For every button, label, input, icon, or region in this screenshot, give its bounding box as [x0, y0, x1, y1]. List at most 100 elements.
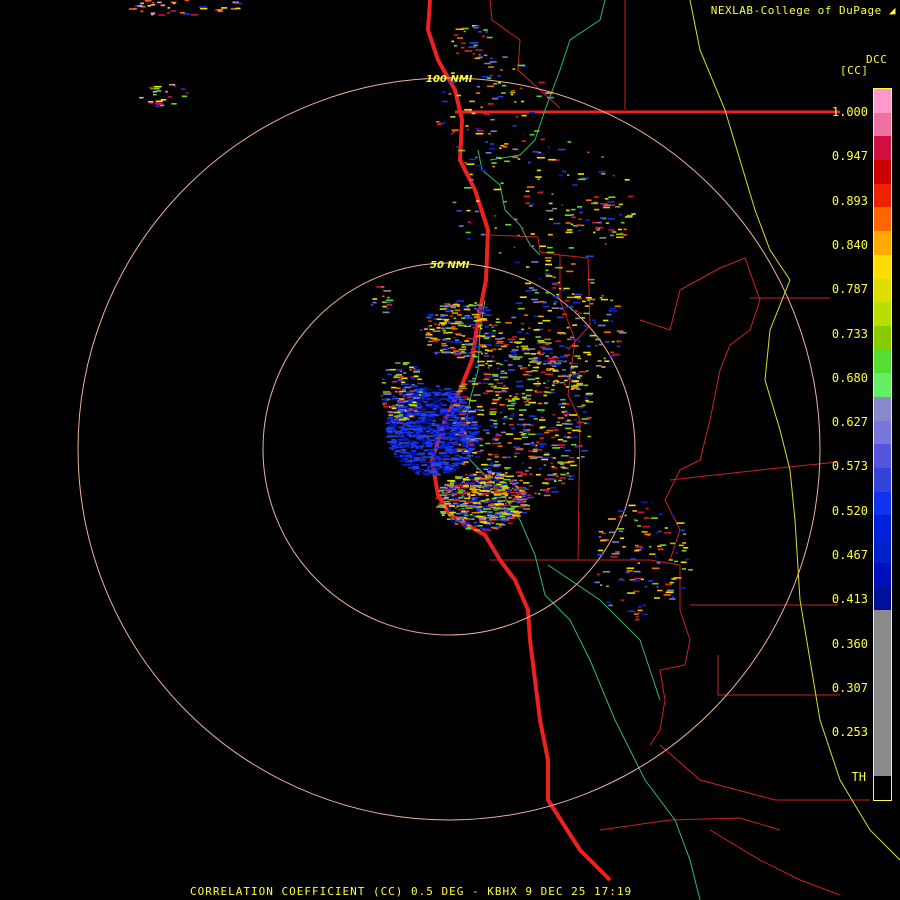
radar-echo — [381, 398, 388, 401]
radar-echo — [508, 369, 515, 371]
color-scale-segment — [874, 586, 891, 611]
radar-echo — [484, 352, 488, 355]
radar-echo — [608, 604, 613, 607]
radar-echo — [477, 325, 482, 328]
radar-echo — [573, 418, 578, 421]
radar-echo — [402, 394, 406, 397]
radar-echo — [566, 472, 570, 475]
radar-echo — [659, 544, 667, 546]
radar-echo — [657, 530, 662, 533]
radar-echo — [647, 580, 654, 582]
radar-echo — [483, 378, 490, 381]
radar-echo — [452, 201, 457, 204]
radar-echo — [499, 411, 503, 414]
radar-echo — [451, 322, 459, 325]
radar-echo — [460, 424, 468, 426]
radar-echo — [514, 101, 517, 103]
radar-echo — [535, 366, 540, 369]
radar-echo — [448, 81, 457, 83]
radar-echo — [399, 398, 404, 400]
radar-echo — [471, 383, 479, 385]
radar-echo — [475, 508, 480, 510]
color-scale-segment — [874, 231, 891, 255]
radar-echo — [488, 504, 494, 506]
radar-echo — [516, 380, 520, 383]
radar-echo — [503, 384, 506, 387]
radar-echo — [432, 396, 436, 398]
radar-echo — [459, 500, 466, 502]
radar-echo — [688, 569, 693, 571]
radar-echo — [535, 433, 544, 435]
radar-echo — [514, 446, 521, 448]
radar-echo — [463, 187, 472, 189]
radar-echo — [454, 523, 459, 525]
radar-echo — [489, 143, 494, 145]
radar-echo — [411, 469, 415, 471]
radar-echo — [465, 409, 469, 411]
radar-echo — [454, 309, 461, 312]
legend-tick-label: 1.000 — [831, 105, 868, 119]
radar-echo — [610, 299, 613, 302]
legend-tick-label: 0.840 — [831, 237, 868, 252]
radar-echo — [582, 300, 586, 303]
radar-echo — [663, 594, 671, 596]
radar-echo — [497, 445, 503, 447]
radar-echo — [525, 389, 533, 391]
radar-echo — [468, 309, 471, 311]
radar-echo — [545, 273, 550, 275]
radar-echo — [513, 396, 518, 398]
radar-echo — [198, 6, 207, 8]
radar-echo — [465, 522, 470, 524]
radar-echo — [627, 195, 634, 198]
radar-echo — [160, 4, 166, 7]
radar-echo — [502, 456, 506, 459]
radar-echo — [457, 450, 462, 452]
radar-echo — [566, 270, 574, 273]
radar-echo — [511, 402, 517, 405]
radar-echo — [458, 496, 463, 499]
radar-echo — [442, 514, 445, 516]
radar-echo — [398, 426, 406, 428]
radar-echo — [472, 502, 477, 504]
radar-echo — [521, 227, 524, 229]
radar-echo — [675, 552, 679, 554]
radar-echo — [484, 501, 491, 503]
radar-echo — [572, 373, 577, 375]
radar-echo — [571, 378, 575, 381]
radar-echo — [657, 589, 663, 592]
radar-echo — [447, 423, 451, 425]
radar-echo — [455, 486, 460, 489]
radar-echo — [461, 383, 468, 386]
radar-echo — [439, 494, 445, 496]
radar-echo — [401, 430, 407, 433]
radar-echo — [590, 302, 594, 305]
radar-echo — [560, 466, 566, 469]
radar-echo — [156, 90, 161, 92]
radar-echo — [454, 507, 458, 509]
radar-echo — [525, 290, 532, 292]
radar-echo — [681, 529, 685, 531]
radar-echo — [608, 196, 616, 198]
radar-echo — [488, 453, 493, 456]
radar-echo — [550, 462, 554, 465]
radar-echo — [531, 370, 538, 372]
radar-echo — [483, 529, 492, 531]
radar-echo — [165, 90, 168, 93]
radar-echo — [464, 162, 467, 164]
radar-echo — [540, 446, 544, 448]
radar-echo — [474, 210, 479, 213]
radar-echo — [399, 390, 406, 393]
radar-echo — [456, 210, 462, 212]
radar-echo — [528, 455, 535, 458]
radar-echo — [408, 440, 414, 443]
radar-echo — [439, 444, 444, 447]
radar-echo — [453, 350, 460, 352]
radar-echo — [637, 511, 645, 514]
radar-echo — [586, 345, 591, 347]
radar-echo — [618, 331, 624, 333]
radar-echo — [566, 326, 570, 329]
radar-echo — [606, 585, 609, 587]
radar-echo — [439, 389, 445, 391]
radar-echo — [180, 88, 186, 90]
radar-echo — [526, 400, 529, 402]
